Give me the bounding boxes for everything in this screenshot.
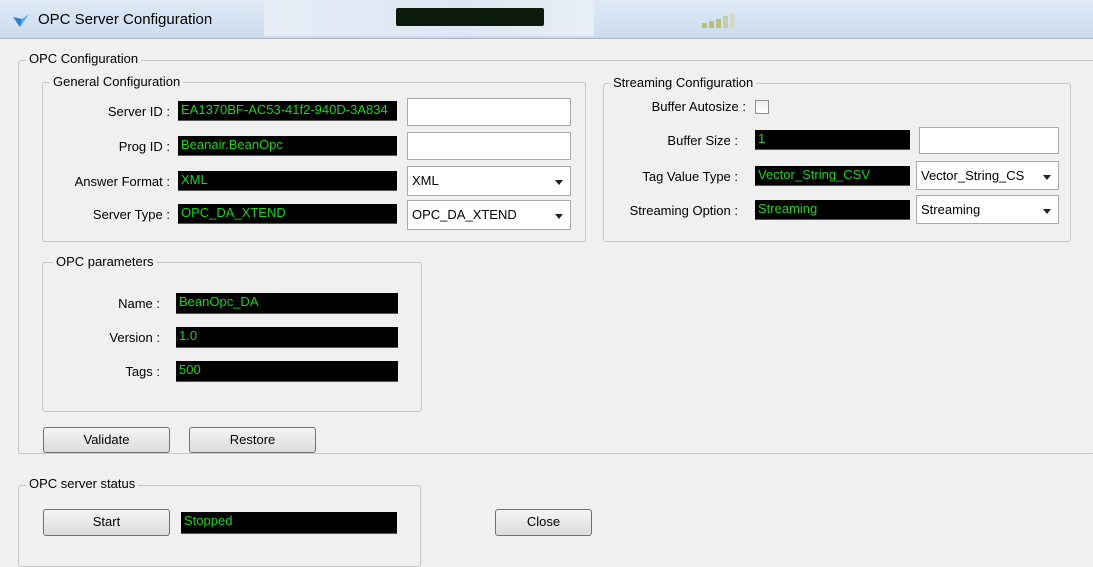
chevron-down-icon [1043,175,1051,180]
streaming-option-readout: Streaming [755,200,910,220]
window-title: OPC Server Configuration [38,11,213,28]
name-label: Name : [118,296,160,311]
chevron-down-icon [555,214,563,219]
tags-label: Tags : [125,364,160,379]
buffer-autosize-checkbox[interactable] [755,100,769,114]
buffer-size-readout: 1 [755,130,910,150]
general-configuration-label: General Configuration [50,75,184,89]
answer-format-dropdown[interactable]: XML [407,166,571,196]
streaming-option-dropdown[interactable]: Streaming [916,195,1059,224]
answer-format-label: Answer Format : [74,174,170,189]
signal-bars-icon [702,14,735,28]
server-type-dropdown[interactable]: OPC_DA_XTEND [407,200,571,230]
buffer-size-input[interactable] [919,127,1059,154]
streaming-option-label: Streaming Option : [629,203,738,218]
tag-value-type-label: Tag Value Type : [642,169,738,184]
server-type-readout: OPC_DA_XTEND [178,204,397,224]
server-type-selected: OPC_DA_XTEND [412,207,517,222]
tags-readout: 500 [176,361,398,382]
close-button[interactable]: Close [495,509,592,536]
streaming-option-selected: Streaming [921,202,981,217]
chevron-down-icon [555,180,563,185]
prog-id-input[interactable] [407,132,571,160]
server-type-label: Server Type : [92,207,170,222]
restore-button[interactable]: Restore [189,427,316,453]
answer-format-readout: XML [178,171,397,191]
server-status-readout: Stopped [181,512,397,534]
background-readout-blur [396,8,544,26]
server-id-label: Server ID : [107,104,170,119]
tag-value-type-dropdown[interactable]: Vector_String_CS [916,161,1059,190]
tag-value-type-readout: Vector_String_CSV [755,166,910,186]
opc-parameters-label: OPC parameters [53,255,157,269]
prog-id-label: Prog ID : [118,139,170,154]
name-readout: BeanOpc_DA [176,293,398,314]
chevron-down-icon [1043,209,1051,214]
buffer-autosize-label: Buffer Autosize : [651,99,746,114]
server-id-readout: EA1370BF-AC53-41f2-940D-3A834 [178,101,397,121]
answer-format-selected: XML [412,173,439,188]
app-logo-icon [13,14,29,27]
start-button[interactable]: Start [43,509,170,536]
buffer-size-label: Buffer Size : [667,133,738,148]
validate-button[interactable]: Validate [43,427,170,453]
version-label: Version : [109,330,160,345]
prog-id-readout: Beanair.BeanOpc [178,136,397,156]
tag-value-type-selected: Vector_String_CS [921,168,1025,183]
version-readout: 1.0 [176,327,398,348]
server-status-label: OPC server status [26,477,139,491]
server-id-input[interactable] [407,98,571,126]
streaming-configuration-label: Streaming Configuration [610,76,757,90]
opc-configuration-label: OPC Configuration [26,52,142,66]
